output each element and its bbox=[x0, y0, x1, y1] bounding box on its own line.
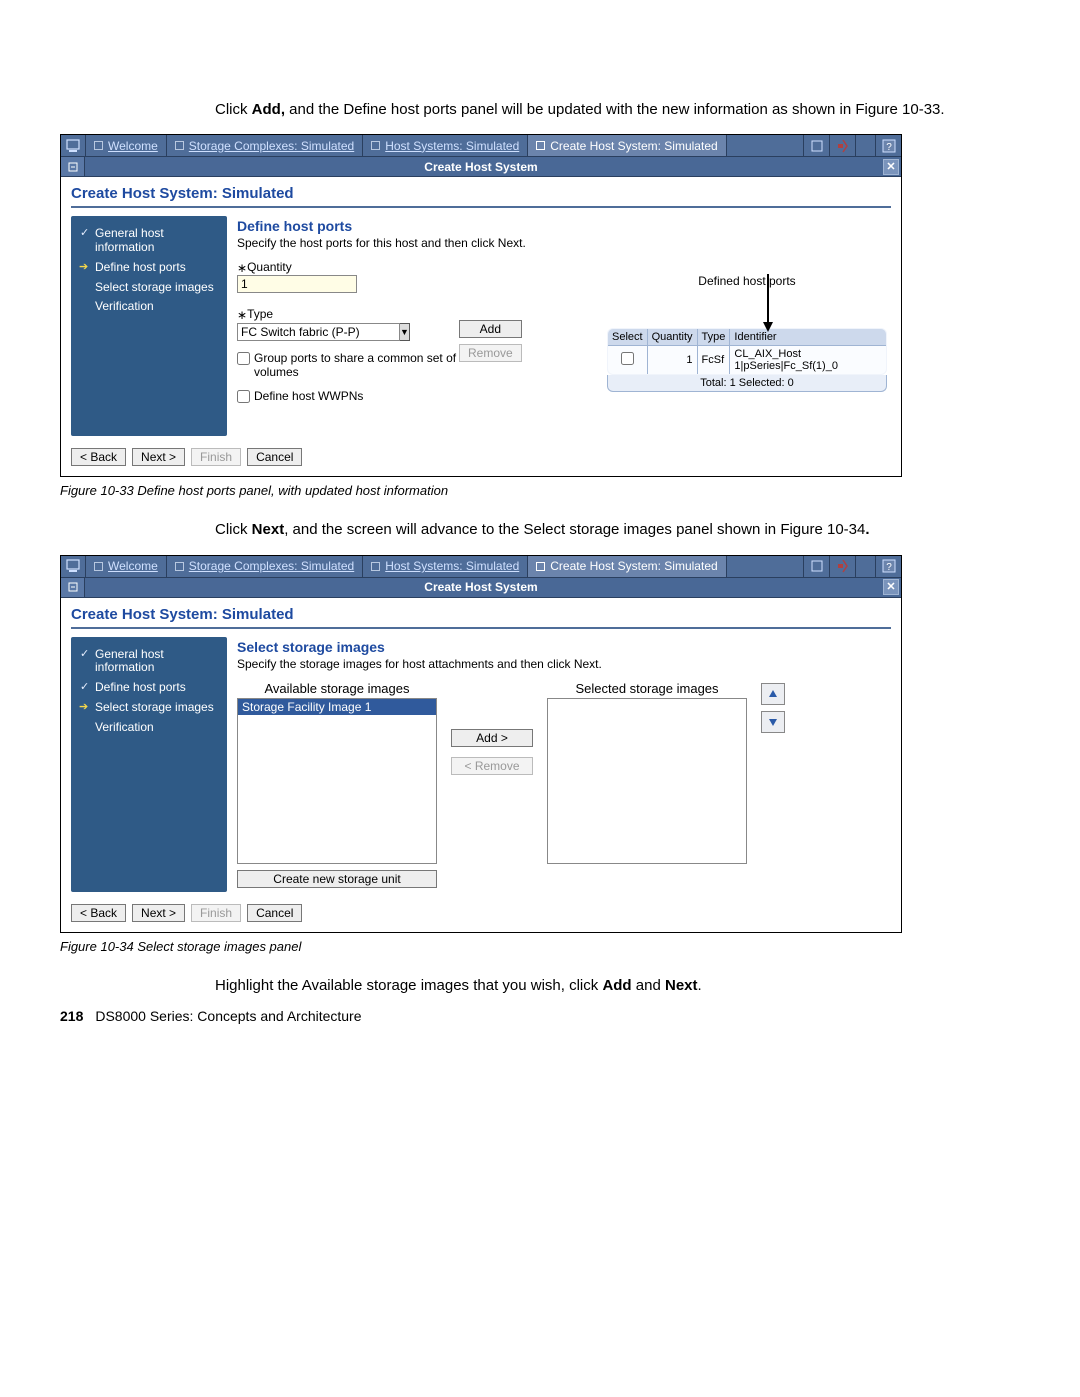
page-footer: 218DS8000 Series: Concepts and Architect… bbox=[60, 1008, 362, 1024]
chevron-down-icon[interactable]: ▼ bbox=[400, 323, 410, 341]
page-title: Create Host System: Simulated bbox=[71, 604, 891, 629]
selected-listbox[interactable] bbox=[547, 698, 747, 864]
back-button[interactable]: < Back bbox=[71, 448, 126, 466]
nav-verification[interactable]: Verification bbox=[77, 297, 221, 317]
define-wwpns-checkbox[interactable]: Define host WWPNs bbox=[237, 389, 487, 403]
page-title: Create Host System: Simulated bbox=[71, 183, 891, 208]
wizard-nav: General host information Define host por… bbox=[71, 216, 227, 436]
finish-button: Finish bbox=[191, 904, 241, 922]
next-button[interactable]: Next > bbox=[132, 904, 185, 922]
next-button[interactable]: Next > bbox=[132, 448, 185, 466]
quantity-input[interactable] bbox=[237, 275, 357, 293]
paragraph-2: Click Next, and the screen will advance … bbox=[215, 520, 995, 540]
window-title: Create Host System bbox=[424, 580, 537, 594]
panel-subtitle: Specify the host ports for this host and… bbox=[237, 236, 883, 250]
remove-button: < Remove bbox=[451, 757, 533, 775]
nav-general-host[interactable]: General host information bbox=[77, 645, 221, 679]
close-icon[interactable]: ✕ bbox=[883, 159, 899, 175]
defined-host-ports-label: Defined host ports bbox=[607, 274, 887, 288]
nav-define-host-ports[interactable]: Define host ports bbox=[77, 678, 221, 698]
help-icon[interactable]: ? bbox=[875, 556, 901, 577]
breadcrumb-toggle[interactable] bbox=[61, 157, 85, 176]
paragraph-3: Highlight the Available storage images t… bbox=[215, 976, 995, 996]
cancel-button[interactable]: Cancel bbox=[247, 448, 302, 466]
cancel-button[interactable]: Cancel bbox=[247, 904, 302, 922]
app-icon bbox=[61, 135, 85, 156]
panel-title: Define host ports bbox=[237, 218, 883, 234]
panel-subtitle: Specify the storage images for host atta… bbox=[237, 657, 883, 671]
list-item[interactable]: Storage Facility Image 1 bbox=[238, 699, 436, 715]
quantity-label: ∗Quantity bbox=[237, 260, 883, 275]
toolbar-icon-1[interactable] bbox=[803, 556, 829, 577]
tab-create-host-system[interactable]: Create Host System: Simulated bbox=[527, 135, 725, 156]
available-label: Available storage images bbox=[237, 681, 437, 696]
available-listbox[interactable]: Storage Facility Image 1 bbox=[237, 698, 437, 864]
add-button[interactable]: Add > bbox=[451, 729, 533, 747]
tab-host-systems[interactable]: Host Systems: Simulated bbox=[362, 556, 527, 577]
paragraph-1: Click Add, and the Define host ports pan… bbox=[215, 100, 995, 120]
figure-10-34-caption: Figure 10-34 Select storage images panel bbox=[60, 939, 1020, 954]
toolbar-icon-1[interactable] bbox=[803, 135, 829, 156]
help-icon[interactable]: ? bbox=[875, 135, 901, 156]
toolbar-icon-2[interactable] bbox=[829, 135, 855, 156]
nav-define-host-ports[interactable]: Define host ports bbox=[77, 258, 221, 278]
back-button[interactable]: < Back bbox=[71, 904, 126, 922]
tab-host-systems[interactable]: Host Systems: Simulated bbox=[362, 135, 527, 156]
window-title: Create Host System bbox=[424, 160, 537, 174]
nav-verification[interactable]: Verification bbox=[77, 718, 221, 738]
svg-text:?: ? bbox=[886, 142, 892, 153]
defined-ports-table: Select Quantity Type Identifier 1 FcSf C… bbox=[607, 328, 887, 375]
remove-button: Remove bbox=[459, 344, 522, 362]
tab-storage-complexes[interactable]: Storage Complexes: Simulated bbox=[166, 556, 362, 577]
finish-button: Finish bbox=[191, 448, 241, 466]
figure-10-33: Welcome Storage Complexes: Simulated Hos… bbox=[60, 134, 902, 477]
panel-title: Select storage images bbox=[237, 639, 883, 655]
tab-welcome[interactable]: Welcome bbox=[85, 135, 166, 156]
close-icon[interactable]: ✕ bbox=[883, 579, 899, 595]
table-row[interactable]: 1 FcSf CL_AIX_Host 1|pSeries|Fc_Sf(1)_0 bbox=[608, 346, 887, 375]
type-select[interactable]: ▼ bbox=[237, 323, 387, 341]
nav-general-host[interactable]: General host information bbox=[77, 224, 221, 258]
svg-text:?: ? bbox=[886, 562, 892, 573]
create-new-storage-button[interactable]: Create new storage unit bbox=[237, 870, 437, 888]
breadcrumb-toggle[interactable] bbox=[61, 578, 85, 597]
move-up-icon[interactable] bbox=[761, 683, 785, 705]
arrow-down-icon bbox=[761, 272, 775, 332]
nav-select-storage-images[interactable]: Select storage images bbox=[77, 278, 221, 298]
nav-select-storage-images[interactable]: Select storage images bbox=[77, 698, 221, 718]
wizard-nav: General host information Define host por… bbox=[71, 637, 227, 892]
move-down-icon[interactable] bbox=[761, 711, 785, 733]
tab-storage-complexes[interactable]: Storage Complexes: Simulated bbox=[166, 135, 362, 156]
selected-label: Selected storage images bbox=[547, 681, 747, 696]
table-footer: Total: 1 Selected: 0 bbox=[607, 375, 887, 392]
app-icon bbox=[61, 556, 85, 577]
group-ports-checkbox[interactable]: Group ports to share a common set of vol… bbox=[237, 351, 487, 379]
add-button[interactable]: Add bbox=[459, 320, 522, 338]
figure-10-33-caption: Figure 10-33 Define host ports panel, wi… bbox=[60, 483, 1020, 498]
tab-create-host-system[interactable]: Create Host System: Simulated bbox=[527, 556, 725, 577]
figure-10-34: Welcome Storage Complexes: Simulated Hos… bbox=[60, 555, 902, 933]
toolbar-icon-2[interactable] bbox=[829, 556, 855, 577]
tab-welcome[interactable]: Welcome bbox=[85, 556, 166, 577]
row-select-checkbox[interactable] bbox=[621, 352, 634, 365]
